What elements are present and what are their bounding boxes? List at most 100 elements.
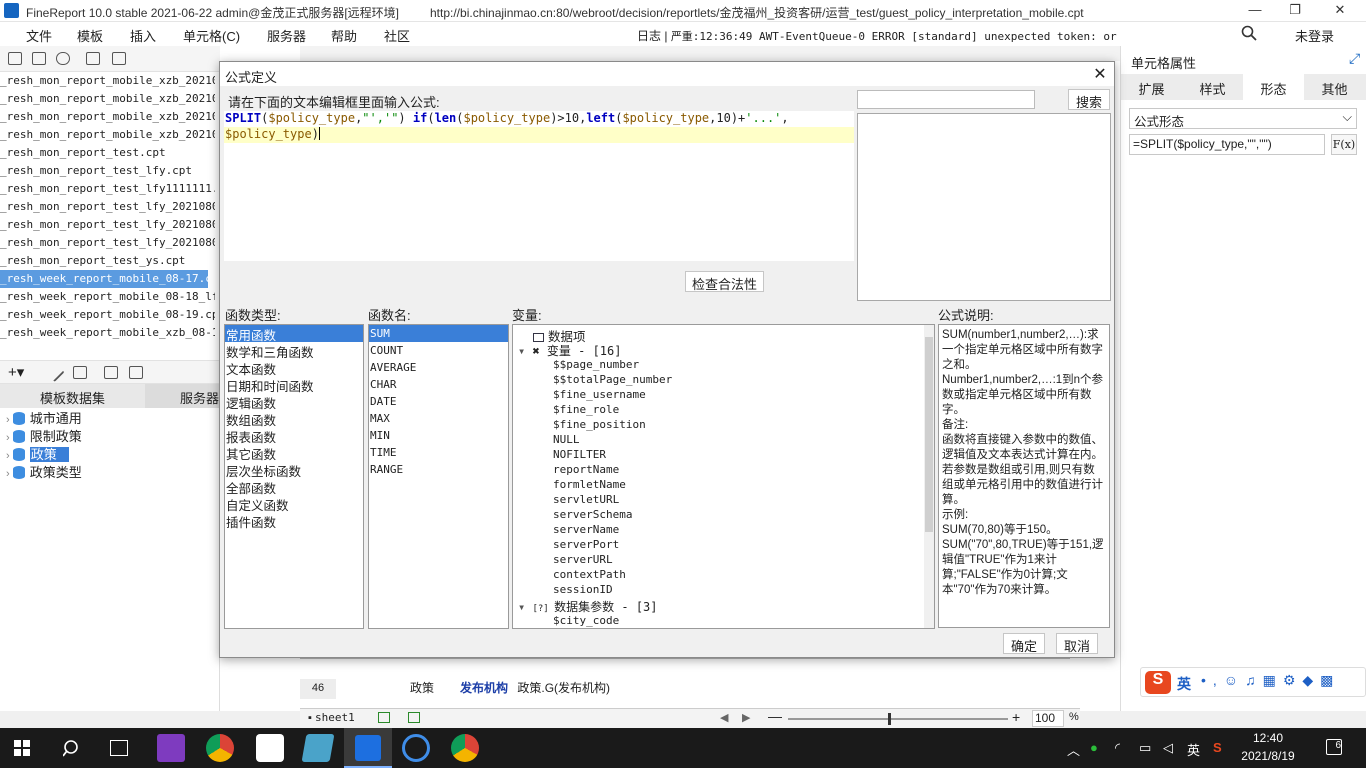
variable-item[interactable]: contextPath <box>553 568 626 583</box>
function-type-item[interactable]: 全部函数 <box>225 478 363 496</box>
function-type-item[interactable]: 数学和三角函数 <box>225 342 363 360</box>
finereport-task-active[interactable] <box>344 728 392 768</box>
file-item[interactable]: _resh_mon_report_mobile_xzb_2021080 <box>0 72 215 90</box>
tree-group-dataset-params[interactable]: ▾ [?] 数据集参数 - [3] <box>518 598 658 614</box>
selected-cell[interactable]: 发布机构 政策.G(发布机构) <box>460 679 610 696</box>
delete-dataset-icon[interactable] <box>73 366 87 379</box>
maximize-icon[interactable]: ❐ <box>1280 2 1310 20</box>
file-item[interactable]: _resh_week_report_mobile_08-18_lfyte <box>0 288 215 306</box>
dataset-item[interactable]: › 城市通用 <box>6 408 82 426</box>
cancel-button[interactable]: 取消 <box>1056 633 1098 654</box>
function-search-input[interactable] <box>857 90 1035 109</box>
sogou-tray-icon[interactable]: S <box>1213 740 1222 755</box>
scroll-left-icon[interactable]: ◀ <box>720 711 728 724</box>
function-type-item[interactable]: 数组函数 <box>225 410 363 428</box>
new-folder-icon[interactable] <box>8 52 22 65</box>
function-type-item[interactable]: 文本函数 <box>225 359 363 377</box>
windows-start-icon[interactable] <box>14 740 30 756</box>
file-item[interactable]: _resh_week_report_mobile_08-19.cpt <box>0 306 215 324</box>
variable-item[interactable]: $$totalPage_number <box>553 373 672 388</box>
function-name-item[interactable]: TIME <box>369 444 508 461</box>
winrar-icon[interactable] <box>157 734 185 762</box>
task-view-icon[interactable] <box>110 740 128 756</box>
file-item[interactable]: _resh_week_report_mobile_xzb_08-12.cp <box>0 324 215 342</box>
variable-item[interactable]: NULL <box>553 433 580 448</box>
volume-icon[interactable]: ◁ <box>1163 740 1173 756</box>
file-item[interactable]: _resh_week_report_mobile_08-17.cpt <box>0 270 208 288</box>
clock-time[interactable]: 12:40 <box>1248 731 1288 745</box>
function-name-item[interactable]: CHAR <box>369 376 508 393</box>
feishu-icon[interactable] <box>402 734 430 762</box>
tree-group-variables[interactable]: ▾ ✖ 变量 - [16] <box>518 342 621 358</box>
function-name-item[interactable]: DATE <box>369 393 508 410</box>
menu-server[interactable]: 服务器 <box>267 26 306 45</box>
ok-button[interactable]: 确定 <box>1003 633 1045 654</box>
notification-icon[interactable]: 6 <box>1326 739 1342 755</box>
expand-arrow-icon[interactable]: › <box>6 468 13 480</box>
expand-arrow-icon[interactable]: › <box>6 432 13 444</box>
file-item[interactable]: _resh_mon_report_mobile_xzb_20210810 <box>0 108 215 126</box>
copy-icon[interactable] <box>112 52 126 65</box>
clock-date[interactable]: 2021/8/19 <box>1232 749 1304 763</box>
menu-cell[interactable]: 单元格(C) <box>183 26 240 45</box>
variable-item[interactable]: serverURL <box>553 553 613 568</box>
add-poly-sheet-icon[interactable] <box>408 712 420 723</box>
file-item[interactable]: _resh_mon_report_test_lfy_20210801ys <box>0 234 215 252</box>
menu-community[interactable]: 社区 <box>384 26 410 45</box>
formula-editor[interactable]: SPLIT($policy_type,"','") if(len($policy… <box>224 111 854 261</box>
add-sheet-icon[interactable] <box>378 712 390 723</box>
variable-item[interactable]: sessionID <box>553 583 613 598</box>
zoom-in-icon[interactable]: + <box>1012 709 1020 725</box>
menu-template[interactable]: 模板 <box>77 26 103 45</box>
login-link[interactable]: 未登录 <box>1295 26 1334 45</box>
log-label[interactable]: 日志 | 严重:12:36:49 AWT-EventQueue-0 ERROR … <box>637 27 1117 44</box>
function-type-item[interactable]: 日期和时间函数 <box>225 376 363 394</box>
function-type-item[interactable]: 层次坐标函数 <box>225 461 363 479</box>
dataset-item[interactable]: › 限制政策 <box>6 426 82 444</box>
variable-item[interactable]: reportName <box>553 463 619 478</box>
zoom-input[interactable]: 100 <box>1032 710 1064 727</box>
variable-item[interactable]: serverName <box>553 523 619 538</box>
window-close-icon[interactable]: ✕ <box>1325 2 1355 20</box>
formula-field[interactable]: =SPLIT($policy_type,"","") <box>1129 134 1325 155</box>
menu-file[interactable]: 文件 <box>26 26 52 45</box>
file-item[interactable]: _resh_mon_report_test_lfy.cpt <box>0 162 215 180</box>
taskbar-search-icon[interactable] <box>62 739 81 757</box>
file-item[interactable]: _resh_mon_report_test.cpt <box>0 144 215 162</box>
close-icon[interactable]: ✕ <box>1090 64 1110 84</box>
zoom-slider[interactable] <box>788 718 1008 720</box>
refresh-icon[interactable] <box>129 366 143 379</box>
property-tab[interactable]: 形态 <box>1243 74 1304 100</box>
battery-icon[interactable]: ▭ <box>1139 740 1151 756</box>
ime-tools-icons[interactable]: •,☺♫▦⚙◆▩ <box>1201 672 1340 689</box>
preview-icon[interactable] <box>104 366 118 379</box>
variable-scrollbar[interactable] <box>924 325 934 628</box>
scroll-right-icon[interactable]: ▶ <box>742 711 750 724</box>
function-type-item[interactable]: 逻辑函数 <box>225 393 363 411</box>
file-item[interactable]: _resh_mon_report_mobile_xzb_20210811 <box>0 126 215 144</box>
variable-item[interactable]: $fine_username <box>553 388 646 403</box>
scrollbar-thumb[interactable] <box>925 337 933 532</box>
tray-lang[interactable]: 英 <box>1187 740 1200 759</box>
property-tab[interactable]: 样式 <box>1182 74 1243 100</box>
dataset-item[interactable]: › 政策 <box>6 444 69 462</box>
function-name-item[interactable]: SUM <box>369 325 508 342</box>
search-icon[interactable] <box>1241 25 1257 41</box>
chrome-icon[interactable] <box>206 734 234 762</box>
tab-template-dataset[interactable]: 模板数据集 <box>0 384 145 408</box>
chrome-icon-2[interactable] <box>451 734 479 762</box>
function-type-item[interactable]: 其它函数 <box>225 444 363 462</box>
menu-insert[interactable]: 插入 <box>130 26 156 45</box>
property-tab[interactable]: 扩展 <box>1121 74 1182 100</box>
form-type-select[interactable]: 公式形态 ⌵ <box>1129 108 1357 129</box>
function-type-item[interactable]: 常用函数 <box>225 325 363 343</box>
file-item[interactable]: _resh_mon_report_test_lfy1111111.cpt <box>0 180 215 198</box>
function-type-item[interactable]: 报表函数 <box>225 427 363 445</box>
tray-expand-icon[interactable]: ︿ <box>1067 740 1080 759</box>
function-name-item[interactable]: AVERAGE <box>369 359 508 376</box>
delete-icon[interactable] <box>86 52 100 65</box>
add-dataset-icon[interactable]: +▾ <box>8 363 24 381</box>
expand-arrow-icon[interactable]: › <box>6 450 13 462</box>
function-name-item[interactable]: RANGE <box>369 461 508 478</box>
pin-icon[interactable]: ⤢ <box>1349 50 1360 67</box>
